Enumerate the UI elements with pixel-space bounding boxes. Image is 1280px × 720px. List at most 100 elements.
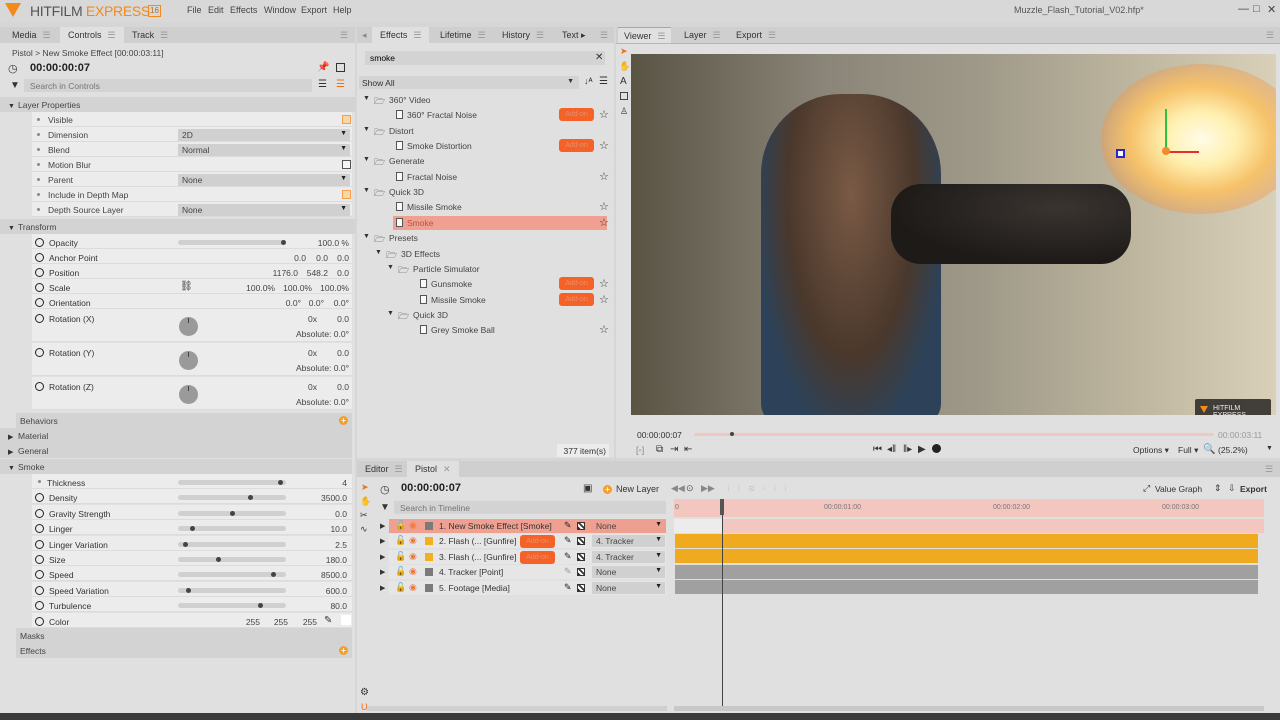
keyframe-toggle-icon[interactable] [35,382,44,391]
smoke-prop-value[interactable]: 3500.0 [290,493,347,503]
layer-name[interactable]: 2. Flash (... [Gunfire] [439,536,516,546]
lock-icon[interactable]: 🔓 [395,551,406,562]
expand-arrow-icon[interactable]: ▼ [363,95,370,102]
section-general[interactable]: ▶ General [0,443,352,458]
keyframe-toggle-icon[interactable] [35,314,44,323]
addon-badge[interactable]: Add-on [559,277,594,291]
rotation-x-degrees[interactable]: 0.0 [320,314,349,324]
slider-handle[interactable] [183,541,189,547]
menu-export[interactable]: Export [301,5,327,15]
smoke-prop-value[interactable]: 2.5 [290,540,347,550]
expand-arrow-icon[interactable]: ▼ [363,187,370,194]
keyframe-toggle-icon[interactable] [35,238,44,247]
favorite-star-icon[interactable]: ☆ [599,293,609,306]
smoke-prop-slider[interactable] [178,557,286,562]
keyframe-toggle-icon[interactable] [35,617,44,626]
favorite-star-icon[interactable]: ☆ [599,108,609,121]
rotation-x-dial[interactable] [179,317,198,336]
controls-timecode[interactable]: 00:00:00:07 [30,62,90,74]
slider-handle[interactable] [248,495,253,501]
addon-badge[interactable]: Add-on [559,139,594,153]
favorite-star-icon[interactable]: ☆ [599,139,609,152]
effects-search-input[interactable] [365,51,605,65]
color-swatch[interactable] [341,615,351,625]
addon-badge[interactable]: Add-on [559,108,594,122]
rotation-y-degrees[interactable]: 0.0 [320,348,349,358]
keyframe-toggle-icon[interactable] [35,508,44,518]
color-b[interactable]: 255 [297,617,317,627]
set-in-icon[interactable]: ⇤ [684,444,692,455]
favorite-star-icon[interactable]: ☆ [599,170,609,183]
composite-icon[interactable]: ▣ [583,483,592,494]
layer-color-swatch[interactable] [425,552,433,561]
opacity-value[interactable]: 100.0 % [290,238,349,248]
rotation-y-dial[interactable] [179,351,198,370]
zoom-fit-icon[interactable]: ⇕ [1214,483,1222,494]
menu-help[interactable]: Help [333,5,352,15]
lock-icon[interactable]: 🔓 [395,535,406,546]
tab-layer[interactable]: Layer ☰ [684,30,721,41]
favorite-star-icon[interactable]: ☆ [599,200,609,213]
section-layer-properties[interactable]: ▼ Layer Properties [0,97,355,112]
razor-tool-icon[interactable]: ✂ [360,510,368,521]
section-material[interactable]: ▶ Material [0,428,352,443]
expand-arrow-icon[interactable]: ▶ [380,537,385,545]
tab-history[interactable]: History ☰ [502,30,544,41]
rotation-y-turns[interactable]: 0x [290,348,317,358]
pen-icon[interactable]: ✎ [564,551,572,562]
opacity-slider[interactable] [178,240,286,245]
motion-blur-checkbox[interactable] [342,160,351,169]
rotation-z-degrees[interactable]: 0.0 [320,382,349,392]
scrubber-playhead[interactable] [730,432,735,436]
hand-tool-icon[interactable]: ✋ [619,61,630,72]
smoke-prop-slider[interactable] [178,495,286,501]
settings-icon[interactable]: ⚙ [360,687,369,698]
expand-arrow-icon[interactable]: ▼ [363,233,370,240]
keyframe-toggle-icon[interactable] [35,348,44,357]
expand-arrow-icon[interactable]: ▶ [380,522,385,530]
addon-badge[interactable]: Add-on [559,292,594,306]
rotation-x-turns[interactable]: 0x [290,314,317,324]
visibility-eye-icon[interactable]: ◉ [409,566,417,577]
options-dropdown[interactable]: Options ▾ [1133,445,1169,456]
panel-menu-icon[interactable]: ☰ [1266,30,1274,41]
lock-icon[interactable]: 🔓 [395,566,406,577]
select-tool-icon[interactable]: ➤ [361,482,369,493]
quality-dropdown[interactable]: Full ▾ [1178,445,1198,456]
keyframe-toggle-icon[interactable] [35,268,44,277]
timeline-search-input[interactable] [394,501,666,514]
slider-handle[interactable] [229,510,235,516]
addon-badge[interactable]: Add-on [520,550,555,564]
scale-z[interactable]: 100.0% [309,283,349,293]
value-graph-icon[interactable]: ⤢ [1143,483,1150,494]
keyframe-tools[interactable]: ⁝⁝⊙◦⁝⁝ [727,484,795,493]
lock-icon[interactable]: 🔓 [395,520,406,531]
expand-arrow-icon[interactable]: ▼ [375,249,382,256]
zoom-dropdown-icon[interactable]: ▼ [1266,445,1273,452]
prev-keyframe-icon[interactable]: ◀◀ [671,483,685,494]
track-bar-layer-2[interactable] [675,534,1258,548]
hand-tool-icon[interactable]: ✋ [360,496,371,507]
favorite-star-icon[interactable]: ☆ [599,323,609,336]
maximize-button[interactable]: □ [1253,3,1260,15]
panel-menu-icon[interactable]: ☰ [340,30,348,41]
visibility-eye-icon[interactable]: ◉ [409,520,417,531]
close-button[interactable]: ✕ [1267,3,1276,16]
include-depth-checkbox[interactable] [342,190,351,199]
expand-arrow-icon[interactable]: ▼ [387,310,394,317]
keyframe-toggle-icon[interactable] [35,283,44,292]
layer-name[interactable]: 4. Tracker [Point] [439,567,503,577]
smoke-prop-value[interactable]: 10.0 [290,524,347,534]
x-axis-gizmo[interactable] [1167,151,1199,153]
zoom-level[interactable]: (25.2%) [1218,445,1248,455]
layer-name[interactable]: 3. Flash (... [Gunfire] [439,552,516,562]
track-bar-layer-5[interactable] [675,580,1258,594]
keyframe-toggle-icon[interactable] [35,298,44,307]
blend-mode-icon[interactable] [577,522,585,530]
expand-arrow-icon[interactable]: ▼ [363,126,370,133]
smoke-prop-slider[interactable] [178,587,286,593]
expand-arrow-icon[interactable]: ▶ [380,568,385,576]
visible-checkbox[interactable] [342,115,351,124]
slider-handle[interactable] [270,572,276,578]
loop-icon[interactable] [932,444,941,453]
